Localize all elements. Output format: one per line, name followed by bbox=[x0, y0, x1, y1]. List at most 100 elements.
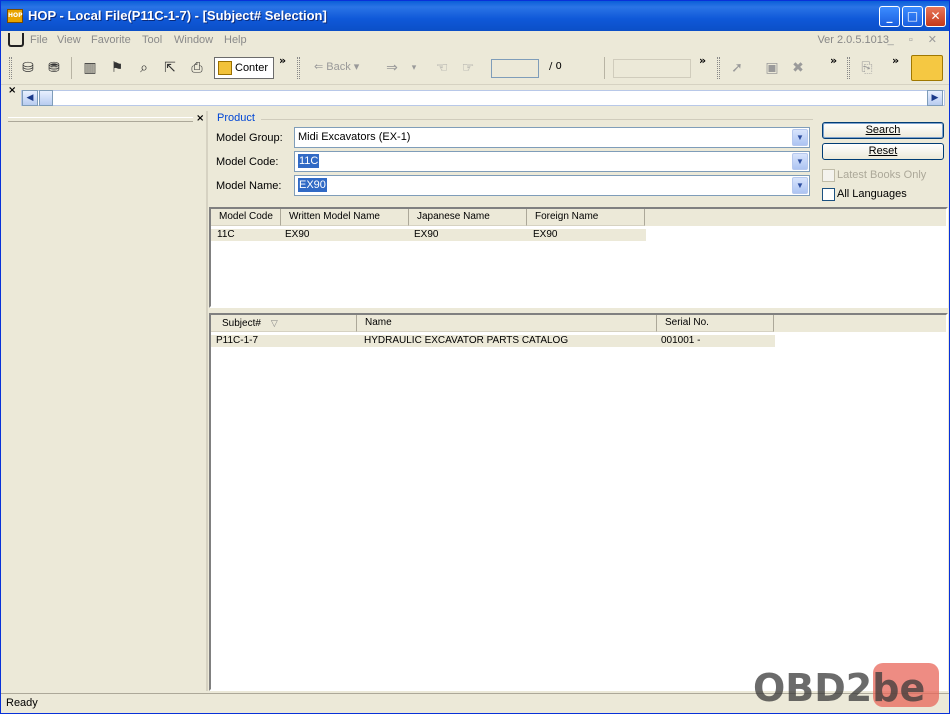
chevron-down-icon[interactable]: ▼ bbox=[792, 177, 808, 194]
col-serial-no[interactable]: Serial No. bbox=[657, 315, 774, 332]
search-button[interactable]: Search bbox=[822, 122, 944, 139]
print-icon[interactable]: ⎙ bbox=[188, 59, 206, 77]
pointer-icon[interactable]: ➚ bbox=[728, 59, 746, 77]
bookmark-icon[interactable]: ⚑ bbox=[108, 59, 126, 77]
menu-help[interactable]: Help bbox=[224, 34, 247, 46]
col-model-code[interactable]: Model Code bbox=[211, 209, 281, 226]
back-button[interactable]: ⇐ Back ▾ bbox=[314, 60, 359, 73]
model-code-value: 11C bbox=[298, 154, 320, 168]
cell-written-model-name: EX90 bbox=[285, 229, 310, 240]
model-group-value: Midi Excavators (EX-1) bbox=[298, 131, 411, 143]
find-icon[interactable]: ⌕ bbox=[135, 59, 153, 77]
left-panel: × bbox=[2, 111, 208, 691]
menu-tool[interactable]: Tool bbox=[142, 34, 162, 46]
model-name-label: Model Name: bbox=[216, 180, 282, 192]
database-icon[interactable]: ⛁ bbox=[19, 59, 37, 77]
database-alt-icon[interactable]: ⛃ bbox=[45, 59, 63, 77]
version-label: Ver 2.0.5.1013 bbox=[817, 34, 889, 46]
col-name[interactable]: Name bbox=[357, 315, 657, 332]
models-table-header: Model Code Written Model Name Japanese N… bbox=[211, 209, 946, 226]
toolbar-overflow-chevron[interactable]: » bbox=[830, 54, 837, 67]
model-code-label: Model Code: bbox=[216, 156, 279, 168]
reset-button[interactable]: Reset bbox=[822, 143, 944, 160]
menu-file[interactable]: File bbox=[30, 34, 48, 46]
title-bar[interactable]: HOP HOP - Local File(P11C-1-7) - [Subjec… bbox=[1, 1, 949, 31]
minimize-button[interactable]: _ bbox=[879, 6, 900, 27]
forward-dropdown-icon[interactable]: ▾ bbox=[405, 59, 423, 77]
table-row[interactable]: 11C EX90 EX90 EX90 bbox=[211, 229, 646, 241]
chevron-down-icon[interactable]: ▼ bbox=[792, 153, 808, 170]
forward-icon[interactable]: ⇒ bbox=[383, 59, 401, 77]
model-name-select[interactable]: EX90 ▼ bbox=[294, 175, 810, 196]
cell-serial-no: 001001 - bbox=[661, 335, 701, 346]
sort-descending-icon: ▽ bbox=[270, 318, 278, 328]
save-icon[interactable]: ▣ bbox=[763, 59, 781, 77]
toolbar-search-field[interactable] bbox=[613, 59, 691, 78]
zoom-out-icon[interactable]: ☜ bbox=[433, 59, 451, 77]
nav-left-arrow-icon[interactable]: ◀ bbox=[22, 90, 38, 106]
menu-bar: File View Favorite Tool Window Help Ver … bbox=[1, 31, 949, 51]
close-button[interactable]: ✕ bbox=[925, 6, 946, 27]
toolbar-separator bbox=[71, 57, 72, 79]
page-total: / 0 bbox=[549, 61, 562, 72]
window-title: HOP - Local File(P11C-1-7) - [Subject# S… bbox=[28, 8, 327, 23]
toolbar-grip[interactable] bbox=[297, 57, 300, 79]
toolbar-grip[interactable] bbox=[717, 57, 720, 79]
product-legend: Product bbox=[217, 112, 255, 124]
close-nav-icon[interactable]: × bbox=[8, 85, 16, 96]
books-library-icon[interactable] bbox=[911, 55, 943, 81]
open-book-icon[interactable]: ▥ bbox=[81, 59, 99, 77]
col-japanese-name[interactable]: Japanese Name bbox=[409, 209, 527, 226]
navigation-bar[interactable] bbox=[21, 90, 945, 106]
cell-foreign-name: EX90 bbox=[533, 229, 558, 240]
col-subject-label: Subject# bbox=[222, 318, 261, 329]
product-group: Product Model Group: Midi Excavators (EX… bbox=[209, 111, 949, 207]
model-group-select[interactable]: Midi Excavators (EX-1) ▼ bbox=[294, 127, 810, 148]
col-foreign-name[interactable]: Foreign Name bbox=[527, 209, 645, 226]
cell-japanese-name: EX90 bbox=[414, 229, 439, 240]
model-name-value: EX90 bbox=[298, 178, 327, 192]
copy-icon[interactable]: ⎘ bbox=[858, 59, 876, 77]
export-icon[interactable]: ⇱ bbox=[161, 59, 179, 77]
document-book-icon[interactable] bbox=[8, 33, 24, 47]
hop-app-icon[interactable]: HOP bbox=[7, 9, 23, 23]
obd2be-watermark-logo: OBD2be bbox=[753, 663, 939, 710]
table-row[interactable]: P11C-1-7 HYDRAULIC EXCAVATOR PARTS CATAL… bbox=[211, 335, 775, 347]
latest-books-label: Latest Books Only bbox=[837, 169, 927, 181]
models-table[interactable]: Model Code Written Model Name Japanese N… bbox=[209, 207, 948, 308]
menu-window[interactable]: Window bbox=[174, 34, 213, 46]
menu-favorite[interactable]: Favorite bbox=[91, 34, 131, 46]
cell-model-code: 11C bbox=[217, 229, 235, 240]
nav-thumb[interactable] bbox=[39, 90, 53, 106]
toolbar-grip[interactable] bbox=[9, 57, 12, 79]
content-button[interactable]: Conter bbox=[214, 57, 274, 79]
chevron-down-icon[interactable]: ▼ bbox=[792, 129, 808, 146]
page-number-input[interactable] bbox=[491, 59, 539, 78]
toolbar-grip[interactable] bbox=[847, 57, 850, 79]
maximize-button[interactable]: □ bbox=[902, 6, 923, 27]
delete-icon[interactable]: ✖ bbox=[789, 59, 807, 77]
panel-close-icon[interactable]: × bbox=[196, 113, 204, 124]
subjects-table[interactable]: Subject# ▽ Name Serial No. P11C-1-7 HYDRA… bbox=[209, 313, 948, 691]
watermark-text: OBD2be bbox=[753, 666, 925, 710]
model-code-select[interactable]: 11C ▼ bbox=[294, 151, 810, 172]
subjects-table-header: Subject# ▽ Name Serial No. bbox=[211, 315, 946, 332]
toolbar-overflow-chevron[interactable]: » bbox=[279, 54, 286, 67]
toolbar-overflow-chevron[interactable]: » bbox=[699, 54, 706, 67]
cell-subject-number: P11C-1-7 bbox=[216, 335, 259, 346]
col-written-model-name[interactable]: Written Model Name bbox=[281, 209, 409, 226]
all-languages-checkbox[interactable] bbox=[822, 188, 835, 201]
all-languages-label: All Languages bbox=[837, 188, 907, 200]
group-border bbox=[261, 119, 813, 120]
menu-view[interactable]: View bbox=[57, 34, 81, 46]
latest-books-checkbox[interactable] bbox=[822, 169, 835, 182]
app-window: HOP HOP - Local File(P11C-1-7) - [Subjec… bbox=[0, 0, 950, 714]
mdi-controls[interactable]: _ ▫ ✕ bbox=[888, 33, 943, 46]
col-subject-number[interactable]: Subject# ▽ bbox=[211, 315, 357, 332]
zoom-in-icon[interactable]: ☞ bbox=[459, 59, 477, 77]
panel-grip[interactable] bbox=[8, 117, 193, 122]
navigation-row: × ◀ ▶ bbox=[1, 85, 949, 109]
nav-right-arrow-icon[interactable]: ▶ bbox=[927, 90, 943, 106]
toolbar-overflow-chevron[interactable]: » bbox=[892, 54, 899, 67]
content-icon bbox=[218, 61, 232, 75]
